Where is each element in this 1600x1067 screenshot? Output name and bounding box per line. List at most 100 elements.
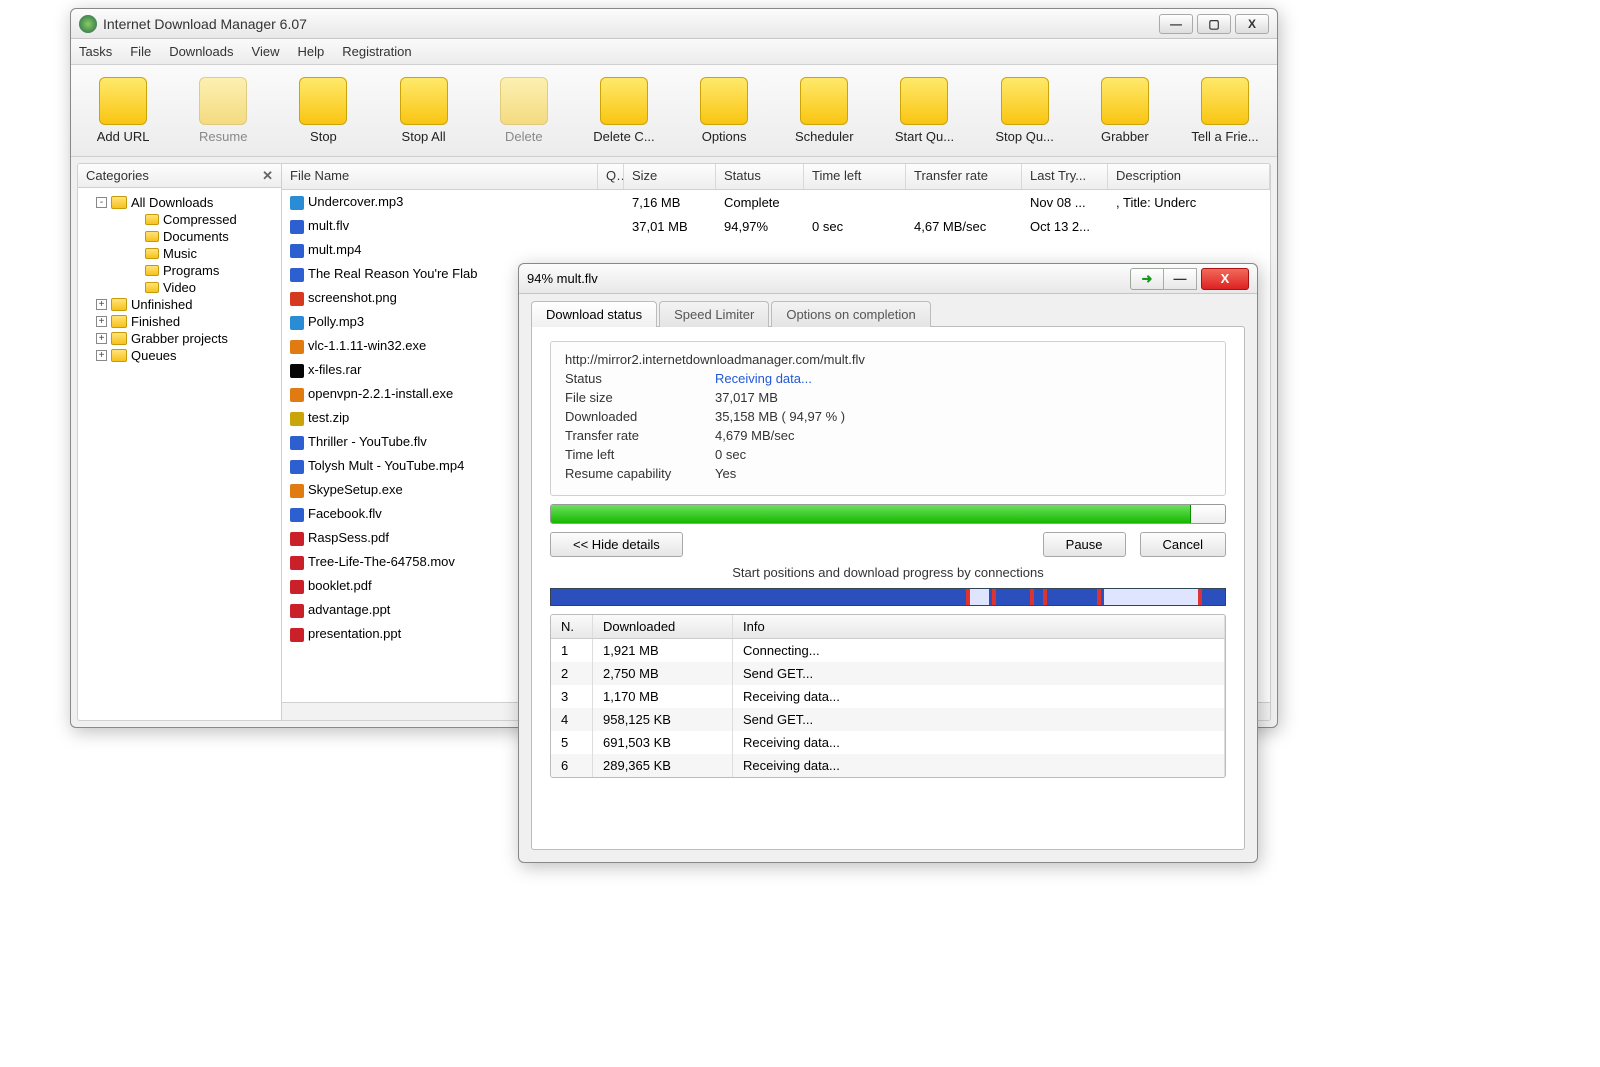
connection-row[interactable]: 5691,503 KBReceiving data... bbox=[551, 731, 1225, 754]
toolbar-label: Stop All bbox=[402, 129, 446, 144]
tree-item-compressed[interactable]: Compressed bbox=[82, 211, 277, 228]
menubar: Tasks File Downloads View Help Registration bbox=[71, 39, 1277, 65]
close-icon[interactable]: ✕ bbox=[262, 168, 273, 184]
col-rate[interactable]: Transfer rate bbox=[906, 164, 1022, 189]
info-value: 35,158 MB ( 94,97 % ) bbox=[715, 409, 845, 424]
tab-speed-limiter[interactable]: Speed Limiter bbox=[659, 301, 769, 327]
col-description[interactable]: Description bbox=[1108, 164, 1270, 189]
col-size[interactable]: Size bbox=[624, 164, 716, 189]
tree-item-all-downloads[interactable]: -All Downloads bbox=[82, 194, 277, 211]
file-icon bbox=[290, 412, 304, 426]
connection-row[interactable]: 11,921 MBConnecting... bbox=[551, 639, 1225, 662]
tree-item-queues[interactable]: +Queues bbox=[82, 347, 277, 364]
menu-tasks[interactable]: Tasks bbox=[79, 44, 112, 59]
file-row[interactable]: mult.mp4 bbox=[282, 238, 1270, 262]
expander-icon[interactable]: + bbox=[96, 316, 107, 327]
expander-icon[interactable]: + bbox=[96, 350, 107, 361]
toolbar-icon bbox=[1101, 77, 1149, 125]
tree-item-finished[interactable]: +Finished bbox=[82, 313, 277, 330]
info-key: Downloaded bbox=[565, 409, 715, 424]
toolbar-label: Options bbox=[702, 129, 747, 144]
file-rate: 4,67 MB/sec bbox=[906, 219, 1022, 234]
toolbar-grabber[interactable]: Grabber bbox=[1087, 77, 1163, 144]
dialog-titlebar[interactable]: 94% mult.flv ➜ — X bbox=[519, 264, 1257, 294]
col-filename[interactable]: File Name bbox=[282, 164, 598, 189]
conn-col-info[interactable]: Info bbox=[733, 615, 1225, 638]
tree-item-unfinished[interactable]: +Unfinished bbox=[82, 296, 277, 313]
main-titlebar[interactable]: Internet Download Manager 6.07 — ▢ X bbox=[71, 9, 1277, 39]
tree-item-grabber-projects[interactable]: + Grabber projects bbox=[82, 330, 277, 347]
col-timeleft[interactable]: Time left bbox=[804, 164, 906, 189]
dialog-close-button[interactable]: X bbox=[1201, 268, 1249, 290]
app-icon bbox=[79, 15, 97, 33]
tree-label: Compressed bbox=[163, 212, 237, 227]
cancel-button[interactable]: Cancel bbox=[1140, 532, 1226, 557]
tree-label: Grabber projects bbox=[131, 331, 228, 346]
tree-label: Programs bbox=[163, 263, 219, 278]
minimize-button[interactable]: — bbox=[1159, 14, 1193, 34]
tree-item-documents[interactable]: Documents bbox=[82, 228, 277, 245]
file-row[interactable]: Undercover.mp37,16 MBCompleteNov 08 ...,… bbox=[282, 190, 1270, 214]
info-key: Time left bbox=[565, 447, 715, 462]
download-info-panel: http://mirror2.internetdownloadmanager.c… bbox=[550, 341, 1226, 496]
menu-file[interactable]: File bbox=[130, 44, 151, 59]
tree-item-programs[interactable]: Programs bbox=[82, 262, 277, 279]
toolbar-delete-c-[interactable]: Delete C... bbox=[586, 77, 662, 144]
toolbar-icon bbox=[1201, 77, 1249, 125]
file-row[interactable]: mult.flv37,01 MB94,97%0 sec4,67 MB/secOc… bbox=[282, 214, 1270, 238]
tree-item-music[interactable]: Music bbox=[82, 245, 277, 262]
hide-details-button[interactable]: << Hide details bbox=[550, 532, 683, 557]
col-status[interactable]: Status bbox=[716, 164, 804, 189]
col-lasttry[interactable]: Last Try... bbox=[1022, 164, 1108, 189]
toolbar-icon bbox=[400, 77, 448, 125]
toolbar-add-url[interactable]: Add URL bbox=[85, 77, 161, 144]
toolbar-options[interactable]: Options bbox=[686, 77, 762, 144]
connection-row[interactable]: 22,750 MBSend GET... bbox=[551, 662, 1225, 685]
file-name: SkypeSetup.exe bbox=[308, 482, 403, 497]
file-icon bbox=[290, 340, 304, 354]
expander-icon[interactable]: + bbox=[96, 299, 107, 310]
file-name: openvpn-2.2.1-install.exe bbox=[308, 386, 453, 401]
menu-view[interactable]: View bbox=[252, 44, 280, 59]
toolbar-stop-all[interactable]: Stop All bbox=[386, 77, 462, 144]
tree-item-video[interactable]: Video bbox=[82, 279, 277, 296]
toolbar-icon bbox=[99, 77, 147, 125]
expander-icon[interactable]: - bbox=[96, 197, 107, 208]
conn-col-downloaded[interactable]: Downloaded bbox=[593, 615, 733, 638]
connection-row[interactable]: 4958,125 KBSend GET... bbox=[551, 708, 1225, 731]
conn-downloaded: 1,170 MB bbox=[593, 685, 733, 708]
file-desc: , Title: Underc bbox=[1108, 195, 1270, 210]
toolbar-tell-a-frie-[interactable]: Tell a Frie... bbox=[1187, 77, 1263, 144]
toolbar-start-qu-[interactable]: Start Qu... bbox=[886, 77, 962, 144]
menu-help[interactable]: Help bbox=[297, 44, 324, 59]
col-q[interactable]: Q bbox=[598, 164, 624, 189]
conn-info: Receiving data... bbox=[733, 731, 1225, 754]
tab-options-on-completion[interactable]: Options on completion bbox=[771, 301, 930, 327]
connection-row[interactable]: 6289,365 KBReceiving data... bbox=[551, 754, 1225, 777]
toolbar-scheduler[interactable]: Scheduler bbox=[786, 77, 862, 144]
file-lasttry: Nov 08 ... bbox=[1022, 195, 1108, 210]
tab-download-status[interactable]: Download status bbox=[531, 301, 657, 327]
close-button[interactable]: X bbox=[1235, 14, 1269, 34]
dialog-minimize-button[interactable]: — bbox=[1163, 268, 1197, 290]
toolbar-label: Add URL bbox=[97, 129, 150, 144]
column-headers[interactable]: File Name Q Size Status Time left Transf… bbox=[282, 164, 1270, 190]
toolbar-stop-qu-[interactable]: Stop Qu... bbox=[987, 77, 1063, 144]
conn-col-n[interactable]: N. bbox=[551, 615, 593, 638]
file-status: Complete bbox=[716, 195, 804, 210]
file-name: Tolysh Mult - YouTube.mp4 bbox=[308, 458, 464, 473]
connection-row[interactable]: 31,170 MBReceiving data... bbox=[551, 685, 1225, 708]
pause-button[interactable]: Pause bbox=[1043, 532, 1126, 557]
toolbar-icon bbox=[500, 77, 548, 125]
menu-downloads[interactable]: Downloads bbox=[169, 44, 233, 59]
conn-downloaded: 289,365 KB bbox=[593, 754, 733, 777]
menu-registration[interactable]: Registration bbox=[342, 44, 411, 59]
file-icon bbox=[290, 388, 304, 402]
categories-title: Categories bbox=[86, 168, 149, 183]
file-name: Tree-Life-The-64758.mov bbox=[308, 554, 455, 569]
dialog-tray-button[interactable]: ➜ bbox=[1130, 268, 1164, 290]
maximize-button[interactable]: ▢ bbox=[1197, 14, 1231, 34]
expander-icon[interactable]: + bbox=[96, 333, 107, 344]
folder-icon bbox=[111, 196, 127, 209]
toolbar-stop[interactable]: Stop bbox=[285, 77, 361, 144]
